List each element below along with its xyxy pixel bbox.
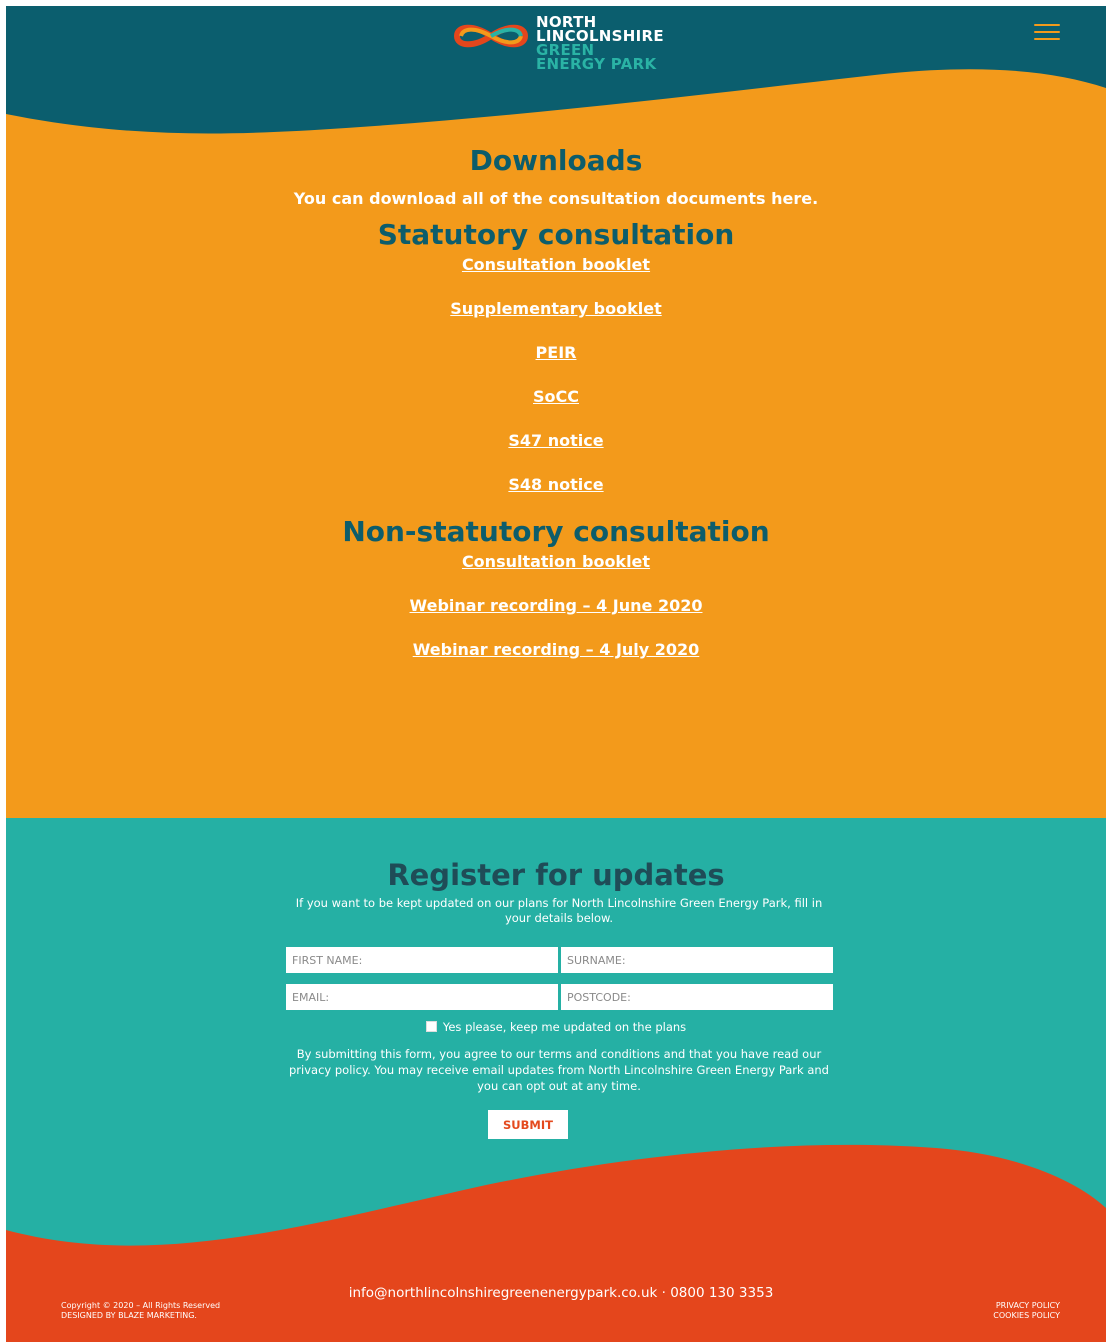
register-section: Register for updates If you want to be k… [6, 818, 1106, 1342]
postcode-field[interactable] [561, 984, 833, 1010]
terms-text: By submitting this form, you agree to ou… [289, 1047, 829, 1093]
copyright-text: Copyright © 2020 – All Rights Reserved [61, 1301, 221, 1310]
download-link-supplementary-booklet[interactable]: Supplementary booklet [450, 299, 661, 319]
download-link-webinar-june[interactable]: Webinar recording – 4 June 2020 [410, 596, 703, 616]
first-name-field[interactable] [286, 947, 558, 973]
menu-bar [1034, 24, 1060, 26]
logo-wordmark: NORTH LINCOLNSHIRE GREEN ENERGY PARK [536, 15, 664, 73]
optin-checkbox[interactable] [425, 1021, 437, 1032]
download-link-consultation-booklet[interactable]: Consultation booklet [462, 255, 650, 275]
downloads-section: Downloads You can download all of the co… [6, 144, 1106, 660]
statutory-heading: Statutory consultation [377, 218, 735, 251]
download-link-s48-notice[interactable]: S48 notice [508, 475, 603, 495]
designed-by-text: DESIGNED BY BLAZE MARKETING. [61, 1311, 197, 1320]
privacy-policy-link[interactable]: PRIVACY POLICY [966, 1301, 1060, 1311]
download-link-peir[interactable]: PEIR [536, 343, 577, 363]
download-link-webinar-july[interactable]: Webinar recording – 4 July 2020 [413, 640, 700, 660]
download-link-socc[interactable]: SoCC [533, 387, 579, 407]
download-link-s47-notice[interactable]: S47 notice [508, 431, 603, 451]
logo-line-4: ENERGY PARK [536, 55, 657, 73]
page: NORTH LINCOLNSHIRE GREEN ENERGY PARK Dow… [6, 6, 1106, 1342]
downloads-title: Downloads [469, 144, 643, 177]
site-logo[interactable]: NORTH LINCOLNSHIRE GREEN ENERGY PARK [453, 15, 683, 85]
cookies-policy-link[interactable]: COOKIES POLICY [966, 1311, 1060, 1321]
copyright-block: Copyright © 2020 – All Rights Reserved D… [61, 1301, 220, 1321]
register-description: If you want to be kept updated on our pl… [295, 896, 823, 925]
legal-links: PRIVACY POLICY COOKIES POLICY [966, 1301, 1060, 1321]
surname-field[interactable] [561, 947, 833, 973]
optin-row: Yes please, keep me updated on the plans [6, 1020, 1106, 1034]
menu-bar [1034, 31, 1060, 33]
contact-info[interactable]: info@northlincolnshiregreenenergypark.co… [336, 1284, 786, 1302]
logo-infinity-icon [453, 24, 529, 48]
download-link-non-statutory-booklet[interactable]: Consultation booklet [462, 552, 650, 572]
downloads-intro: You can download all of the consultation… [293, 189, 819, 208]
optin-label: Yes please, keep me updated on the plans [442, 1020, 687, 1034]
menu-bar [1034, 38, 1060, 40]
submit-button[interactable]: SUBMIT [488, 1110, 568, 1139]
non-statutory-heading: Non-statutory consultation [342, 515, 770, 548]
email-field[interactable] [286, 984, 558, 1010]
hamburger-menu-icon[interactable] [1034, 24, 1060, 44]
register-title: Register for updates [387, 858, 725, 892]
